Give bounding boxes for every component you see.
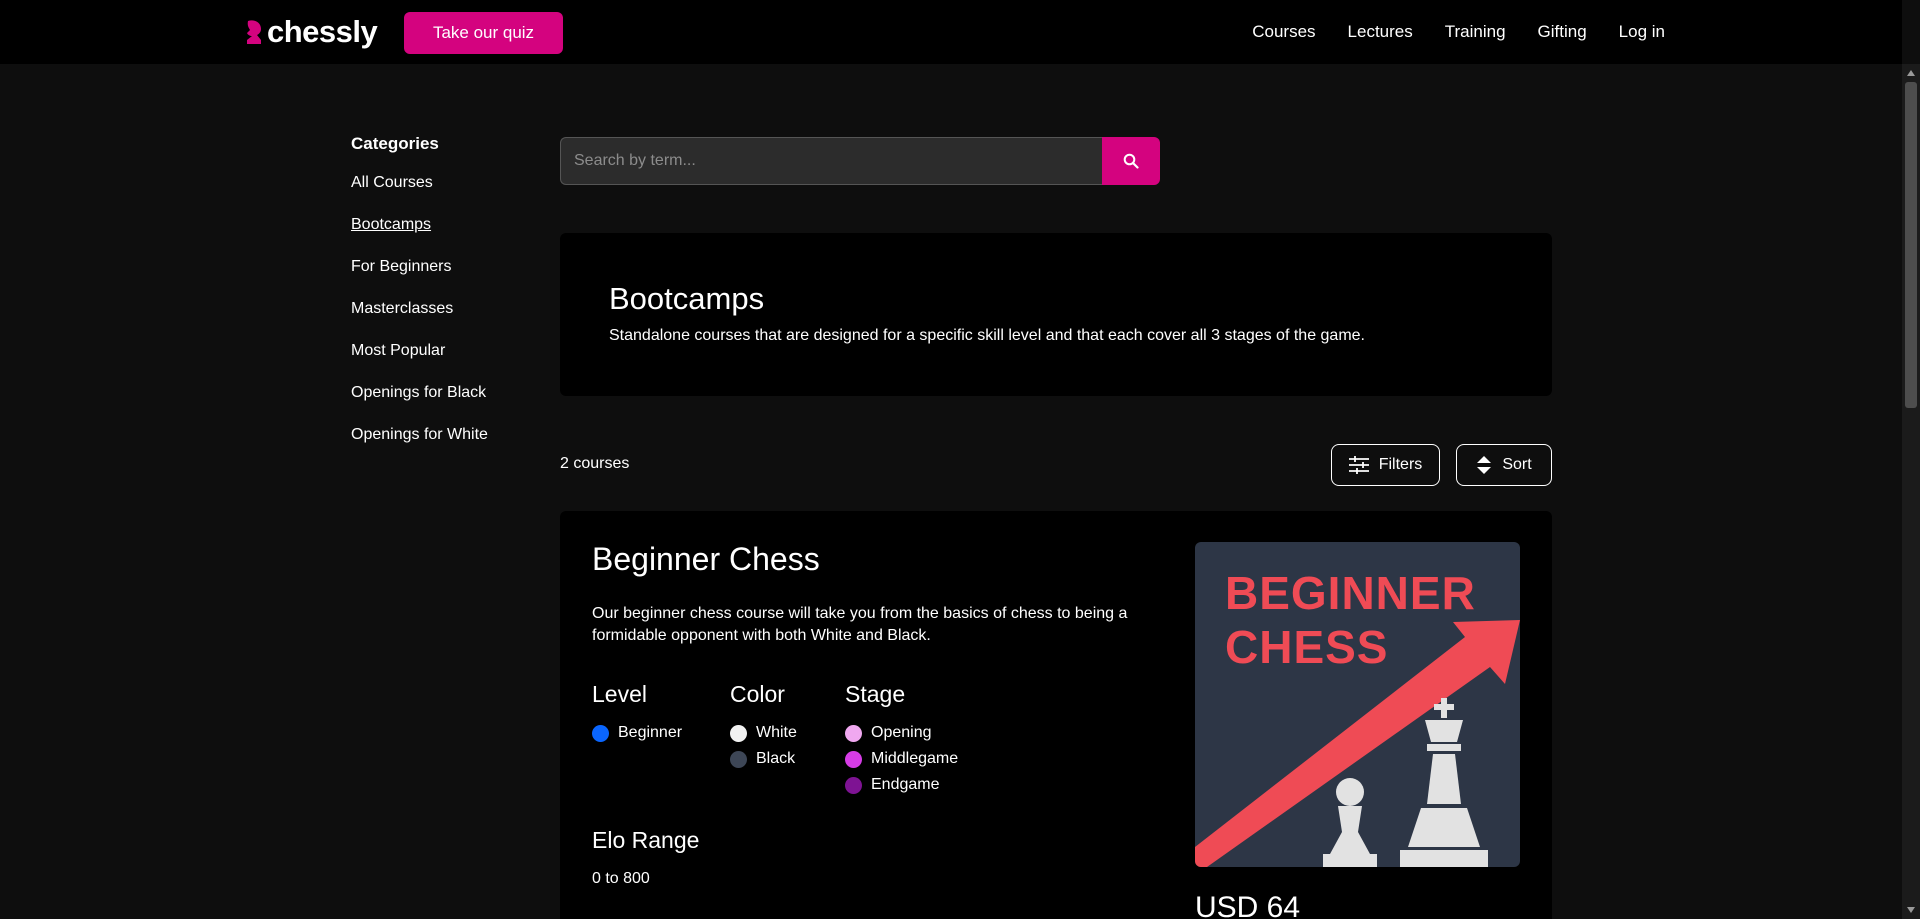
sidebar-item-masterclasses[interactable]: Masterclasses: [351, 300, 531, 342]
white-dot-icon: [730, 724, 747, 742]
sidebar-item-label: All Courses: [351, 174, 433, 191]
knight-logo-icon: [247, 20, 261, 44]
sort-button[interactable]: Sort: [1456, 444, 1552, 486]
nav-training[interactable]: Training: [1445, 22, 1506, 42]
take-quiz-button[interactable]: Take our quiz: [404, 12, 563, 54]
course-price: USD 64: [1195, 891, 1301, 919]
sort-icon: [1477, 456, 1492, 474]
course-thumbnail[interactable]: BEGINNER CHESS: [1195, 542, 1520, 867]
sidebar-item-openings-for-black[interactable]: Openings for Black: [351, 384, 531, 426]
elo-range-value: 0 to 800: [592, 870, 650, 887]
sidebar-item-all-courses[interactable]: All Courses: [351, 174, 531, 216]
sidebar-item-openings-for-white[interactable]: Openings for White: [351, 426, 531, 468]
chessly-logo[interactable]: chessly: [244, 14, 378, 50]
filters-label: Filters: [1378, 456, 1423, 473]
stage-label: Middlegame: [871, 750, 959, 767]
color-label: White: [756, 724, 797, 741]
top-nav-bar: chessly Take our quiz Courses Lectures T…: [0, 0, 1902, 64]
sidebar-item-label: Openings for White: [351, 426, 488, 443]
nav-log-in[interactable]: Log in: [1619, 22, 1665, 42]
sliders-icon: [1348, 456, 1369, 474]
page-scrollbar[interactable]: [1902, 64, 1920, 919]
category-banner: Bootcamps Standalone courses that are de…: [560, 233, 1552, 396]
course-title[interactable]: Beginner Chess: [592, 541, 820, 578]
thumbnail-artwork: [1195, 620, 1520, 867]
categories-sidebar: Categories All Courses Bootcamps For Beg…: [351, 134, 531, 468]
black-dot-icon: [730, 750, 747, 768]
king-icon: [1400, 698, 1488, 867]
level-label: Beginner: [618, 724, 683, 741]
level-heading: Level: [592, 681, 647, 707]
sidebar-item-label: Most Popular: [351, 342, 446, 359]
level-beginner: Beginner: [592, 720, 682, 746]
course-card[interactable]: Beginner Chess Our beginner chess course…: [560, 511, 1552, 919]
search-button[interactable]: [1102, 137, 1160, 185]
color-heading: Color: [730, 681, 785, 707]
main-nav: Courses Lectures Training Gifting Log in: [1252, 0, 1665, 64]
nav-courses[interactable]: Courses: [1252, 22, 1315, 42]
level-dot-icon: [592, 724, 609, 742]
search-icon: [1123, 153, 1139, 169]
sidebar-item-label: For Beginners: [351, 258, 452, 275]
nav-lectures[interactable]: Lectures: [1348, 22, 1413, 42]
stage-attribute: Stage Opening Middlegame Endgame: [845, 681, 958, 798]
color-label: Black: [756, 750, 796, 767]
filters-button[interactable]: Filters: [1331, 444, 1440, 486]
course-count: 2 courses: [560, 455, 630, 472]
middlegame-dot-icon: [845, 750, 862, 768]
opening-dot-icon: [845, 724, 862, 742]
sidebar-item-label: Bootcamps: [351, 216, 432, 233]
level-attribute: Level Beginner: [592, 681, 682, 746]
stage-heading: Stage: [845, 681, 906, 707]
stage-label: Endgame: [871, 776, 940, 793]
nav-gifting[interactable]: Gifting: [1538, 22, 1587, 42]
logo-text: chessly: [267, 14, 378, 49]
stage-label: Opening: [871, 724, 932, 741]
categories-heading: Categories: [351, 134, 439, 153]
category-title: Bootcamps: [609, 281, 765, 316]
sidebar-item-label: Masterclasses: [351, 300, 454, 317]
stage-middlegame: Middlegame: [845, 746, 958, 772]
scroll-down-arrow-icon[interactable]: [1907, 907, 1915, 913]
stage-endgame: Endgame: [845, 772, 958, 798]
sort-label: Sort: [1502, 456, 1532, 473]
scroll-up-arrow-icon[interactable]: [1907, 70, 1915, 76]
sidebar-item-for-beginners[interactable]: For Beginners: [351, 258, 531, 300]
course-description: Our beginner chess course will take you …: [592, 605, 1128, 644]
sidebar-item-label: Openings for Black: [351, 384, 487, 401]
category-description: Standalone courses that are designed for…: [609, 327, 1365, 344]
sidebar-item-bootcamps[interactable]: Bootcamps: [351, 216, 531, 258]
endgame-dot-icon: [845, 776, 862, 794]
color-attribute: Color White Black: [730, 681, 797, 772]
search-bar: [560, 137, 1160, 185]
color-white: White: [730, 720, 797, 746]
scroll-thumb[interactable]: [1905, 82, 1917, 408]
stage-opening: Opening: [845, 720, 958, 746]
search-input[interactable]: [560, 137, 1102, 185]
sidebar-item-most-popular[interactable]: Most Popular: [351, 342, 531, 384]
pawn-icon: [1323, 778, 1377, 867]
color-black: Black: [730, 746, 797, 772]
elo-range-heading: Elo Range: [592, 827, 700, 853]
